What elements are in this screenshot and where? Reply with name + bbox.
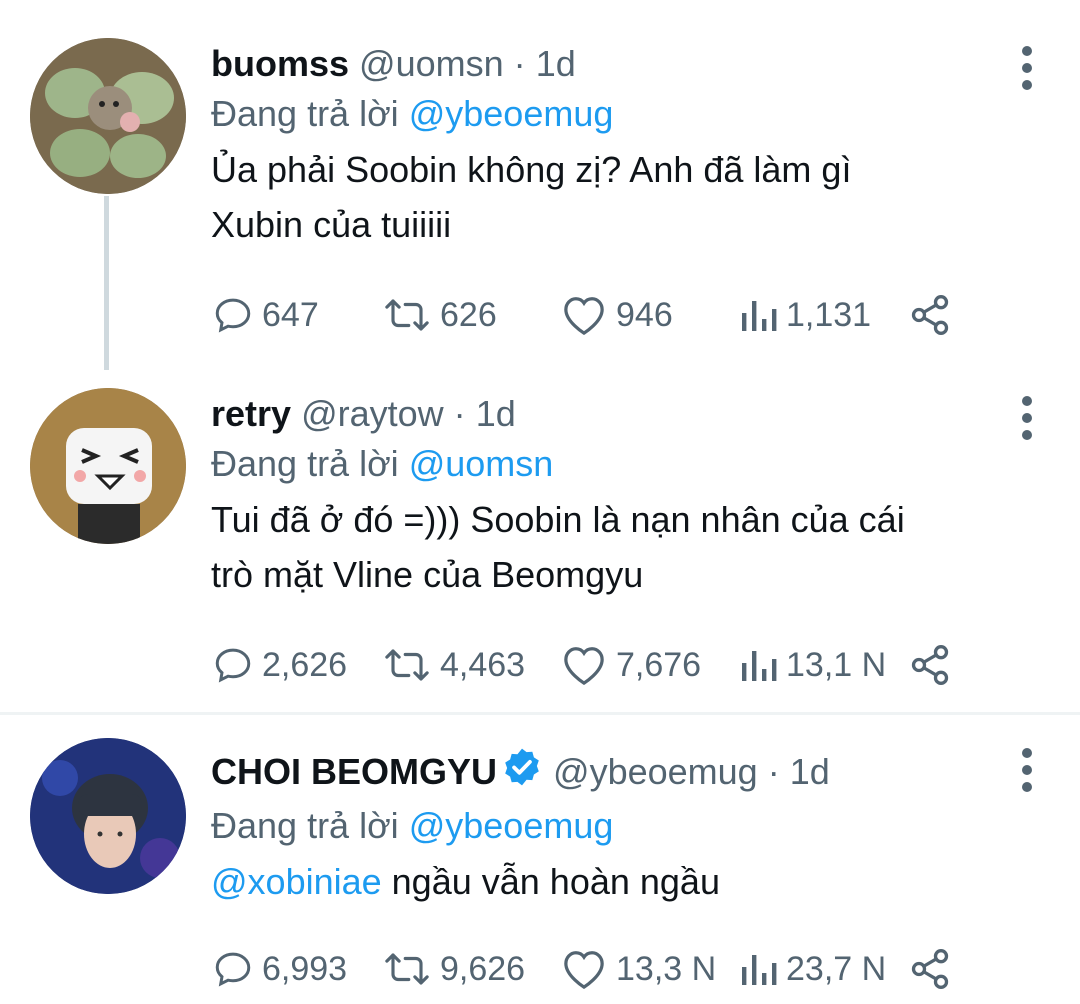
share-icon (911, 645, 949, 685)
replying-mention[interactable]: @ybeoemug (409, 805, 614, 846)
reply-count: 6,993 (262, 949, 348, 988)
retweet-count: 9,626 (440, 949, 526, 988)
more-icon[interactable] (1022, 46, 1032, 90)
like-button[interactable]: 7,676 (560, 640, 701, 690)
handle[interactable]: @raytow (301, 393, 444, 434)
views-icon (742, 301, 777, 331)
reply-button[interactable]: 6,993 (212, 944, 347, 994)
replying-label: Đang trả lời (211, 443, 399, 484)
verified-badge-icon (501, 746, 543, 798)
avatar-choi-beomgyu[interactable] (30, 738, 186, 894)
share-icon (911, 295, 949, 335)
display-name[interactable]: CHOI BEOMGYU (211, 751, 497, 792)
like-button[interactable]: 946 (560, 290, 673, 340)
tweet-text-line: Ủa phải Soobin không zị? Anh đã làm gì (211, 149, 852, 190)
replying-label: Đang trả lời (211, 805, 399, 846)
views-count: 13,1 N (786, 645, 887, 684)
avatar-buomss[interactable] (30, 38, 186, 194)
handle[interactable]: @ybeoemug (553, 751, 758, 792)
more-icon[interactable] (1022, 748, 1032, 792)
tweet-text-line: Tui đã ở đó =))) Soobin là nạn nhân của … (211, 499, 905, 540)
like-icon (564, 297, 604, 336)
views-icon (742, 955, 777, 985)
like-icon (564, 951, 604, 990)
like-count: 7,676 (616, 645, 702, 684)
tweet-text: Tui đã ở đó =))) Soobin là nạn nhân của … (211, 492, 1020, 602)
display-name[interactable]: buomss (211, 43, 349, 84)
retweet-count: 4,463 (440, 645, 526, 684)
share-button[interactable] (908, 290, 960, 340)
tweet-text-line: trò mặt Vline của Beomgyu (211, 554, 644, 595)
retweet-button[interactable]: 9,626 (382, 944, 525, 994)
timestamp[interactable]: 1d (476, 393, 516, 434)
handle[interactable]: @uomsn (359, 43, 504, 84)
views-button[interactable]: 13,1 N (738, 640, 886, 690)
share-button[interactable] (908, 640, 960, 690)
like-count: 946 (616, 295, 673, 334)
views-button[interactable]: 23,7 N (738, 944, 886, 994)
reply-icon (215, 648, 251, 683)
timestamp[interactable]: 1d (536, 43, 576, 84)
like-icon (564, 647, 604, 686)
reply-button[interactable]: 2,626 (212, 640, 347, 690)
display-name[interactable]: retry (211, 393, 291, 434)
reply-icon (215, 952, 251, 987)
text-mention[interactable]: @xobiniae (211, 861, 382, 902)
like-button[interactable]: 13,3 N (560, 944, 716, 994)
retweet-icon (385, 649, 429, 681)
like-count: 13,3 N (616, 949, 717, 988)
reply-icon (215, 298, 251, 333)
replying-mention[interactable]: @ybeoemug (409, 93, 614, 134)
reply-count: 647 (262, 295, 319, 334)
views-count: 1,131 (786, 295, 872, 334)
separator-dot: · (767, 751, 780, 792)
avatar-retry[interactable] (30, 388, 186, 544)
views-count: 23,7 N (786, 949, 887, 988)
replying-mention[interactable]: @uomsn (409, 443, 554, 484)
replying-label: Đang trả lời (211, 93, 399, 134)
share-icon (911, 949, 949, 989)
retweet-count: 626 (440, 295, 497, 334)
retweet-icon (385, 299, 429, 331)
more-icon[interactable] (1022, 396, 1032, 440)
tweet-text-line: Xubin của tuiiiii (211, 204, 452, 245)
retweet-button[interactable]: 4,463 (382, 640, 525, 690)
thread-line (104, 196, 109, 370)
tweet-text-rest: ngầu vẫn hoàn ngầu (381, 861, 720, 902)
tweet-divider (0, 712, 1080, 715)
views-button[interactable]: 1,131 (738, 290, 871, 340)
reply-count: 2,626 (262, 645, 348, 684)
retweet-icon (385, 953, 429, 985)
tweet-text: Ủa phải Soobin không zị? Anh đã làm gì X… (211, 142, 1020, 252)
reply-button[interactable]: 647 (212, 290, 319, 340)
separator-dot: · (513, 43, 526, 84)
separator-dot: · (453, 393, 466, 434)
share-button[interactable] (908, 944, 960, 994)
views-icon (742, 651, 777, 681)
tweet-text: @xobiniae ngầu vẫn hoàn ngầu (211, 854, 1020, 909)
retweet-button[interactable]: 626 (382, 290, 497, 340)
timestamp[interactable]: 1d (790, 751, 830, 792)
